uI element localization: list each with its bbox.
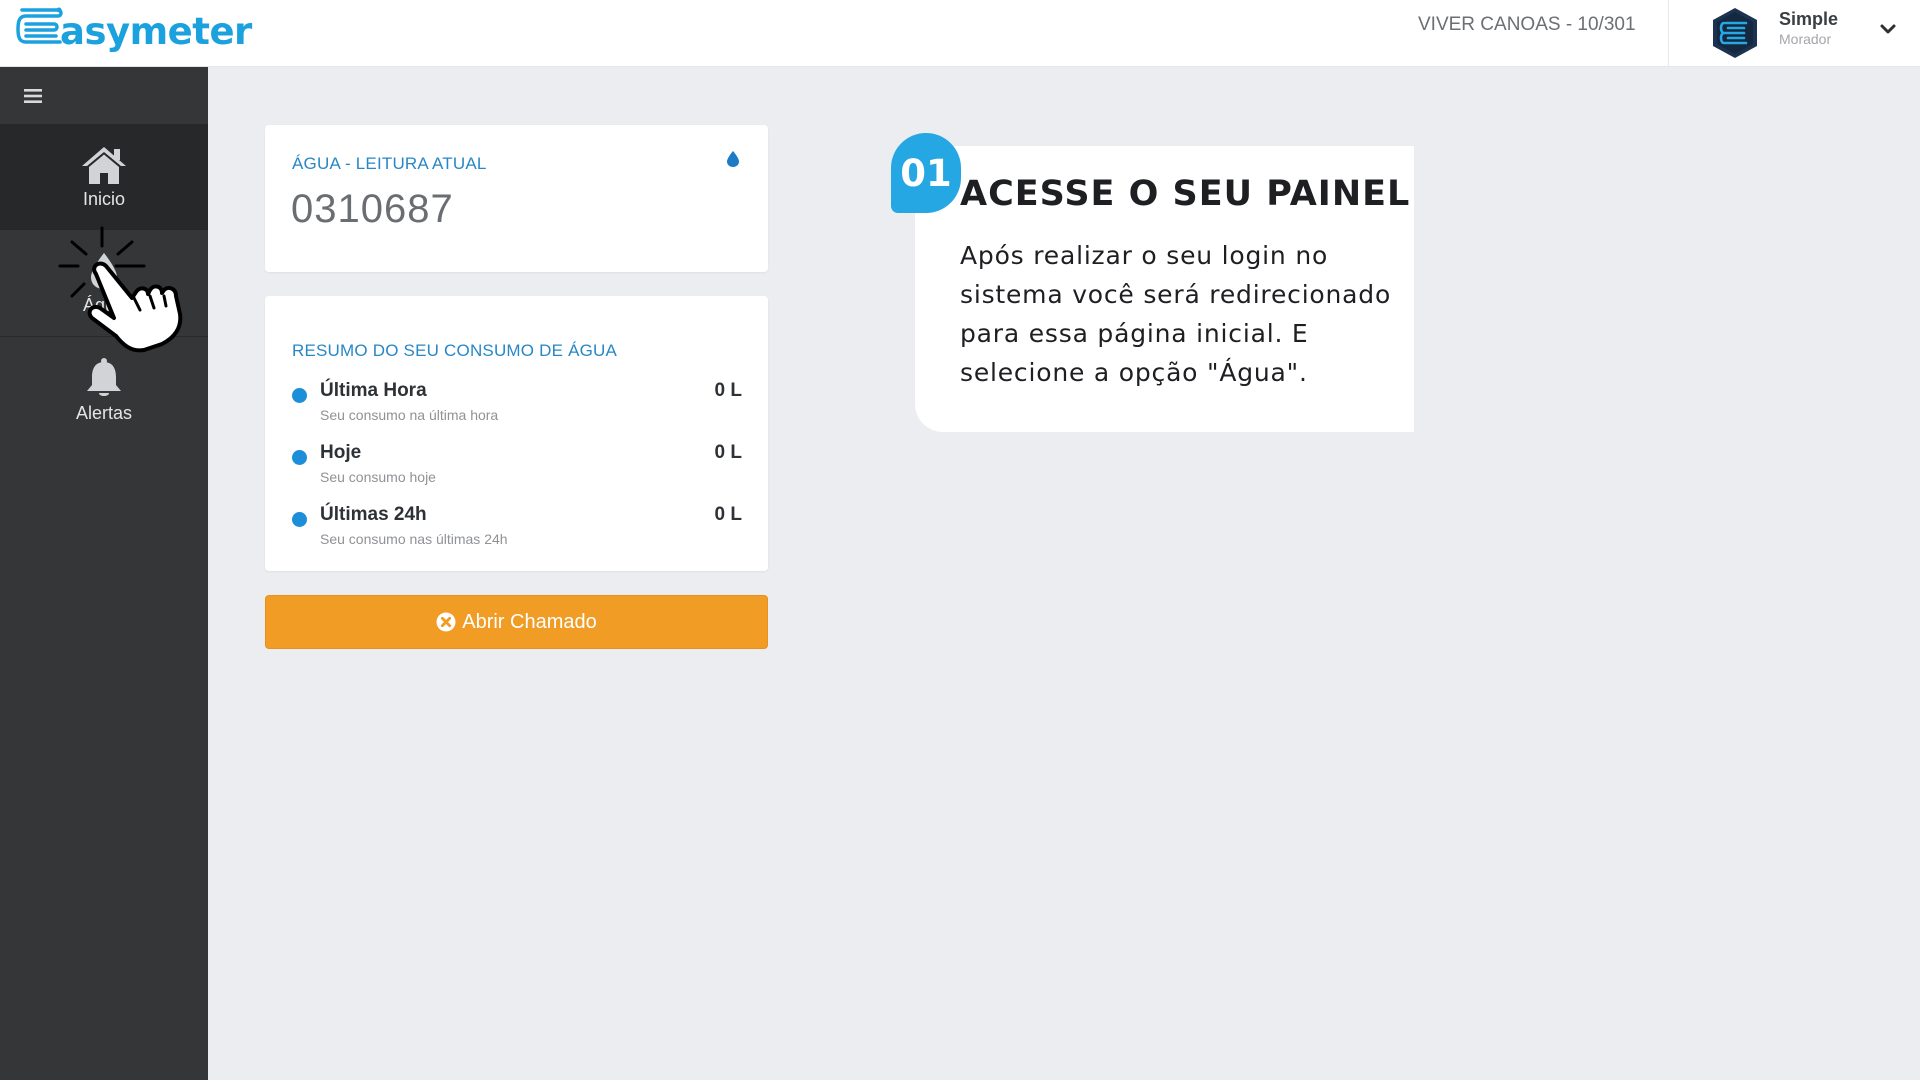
- step-badge: 01: [891, 133, 961, 213]
- summary-card-title: RESUMO DO SEU CONSUMO DE ÁGUA: [292, 341, 618, 360]
- pointing-hand-icon: [58, 226, 183, 353]
- status-dot: [292, 450, 307, 465]
- user-name: Simple: [1779, 9, 1839, 29]
- open-ticket-label: Abrir Chamado: [462, 610, 597, 633]
- close-circle-icon: [436, 612, 456, 632]
- meter-reading: 0310687: [291, 187, 454, 231]
- brand-name: asymeter: [60, 9, 252, 53]
- unit-label: VIVER CANOAS - 10/301: [1418, 14, 1636, 35]
- avatar: [1713, 8, 1757, 58]
- row-label: Última Hora: [320, 380, 427, 401]
- row-description: Seu consumo na última hora: [320, 407, 499, 423]
- home-icon: [82, 146, 126, 184]
- row-value: 0 L: [714, 380, 742, 401]
- user-menu[interactable]: Simple Morador: [1668, 0, 1920, 67]
- sidebar: Inicio Água Alertas: [0, 67, 208, 1080]
- open-ticket-button[interactable]: Abrir Chamado: [265, 595, 768, 649]
- water-drop-icon: [727, 151, 739, 167]
- row-value: 0 L: [714, 504, 742, 525]
- sidebar-item-inicio[interactable]: Inicio: [0, 124, 208, 230]
- status-dot: [292, 512, 307, 527]
- easymeter-logo[interactable]: asymeter: [14, 4, 252, 54]
- logo-e-icon: [16, 7, 63, 44]
- row-description: Seu consumo hoje: [320, 469, 436, 485]
- tutorial-title: ACESSE O SEU PAINEL: [960, 174, 1411, 214]
- tutorial-body: Após realizar o seu login no sistema voc…: [960, 241, 1392, 387]
- top-header: asymeter VIVER CANOAS - 10/301 Simple Mo…: [0, 0, 1920, 67]
- user-role: Morador: [1779, 31, 1832, 47]
- hamburger-icon: [24, 88, 42, 103]
- list-item: Hoje Seu consumo hoje 0 L: [292, 442, 742, 498]
- reading-card: ÁGUA - LEITURA ATUAL 0310687: [265, 125, 768, 272]
- chevron-down-icon[interactable]: [1877, 18, 1899, 40]
- bell-icon: [87, 357, 121, 396]
- sidebar-item-label: Inicio: [82, 188, 126, 209]
- menu-toggle-button[interactable]: [0, 67, 208, 124]
- row-label: Hoje: [320, 442, 362, 463]
- consumption-summary-card: RESUMO DO SEU CONSUMO DE ÁGUA Última Hor…: [265, 296, 768, 571]
- list-item: Última Hora Seu consumo na última hora 0…: [292, 380, 742, 436]
- row-description: Seu consumo nas últimas 24h: [320, 531, 508, 547]
- row-value: 0 L: [714, 442, 742, 463]
- sidebar-item-label: Alertas: [75, 402, 133, 423]
- row-label: Últimas 24h: [320, 504, 427, 525]
- reading-card-title: ÁGUA - LEITURA ATUAL: [292, 154, 487, 173]
- list-item: Últimas 24h Seu consumo nas últimas 24h …: [292, 504, 742, 560]
- status-dot: [292, 388, 307, 403]
